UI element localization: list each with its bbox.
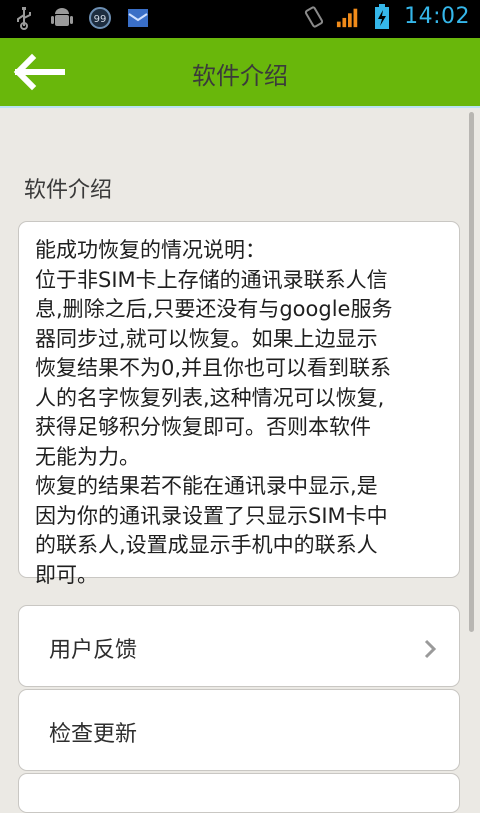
description-line: 息,删除之后,只要还没有与google服务 (35, 297, 393, 321)
notification-badge-count: 99 (94, 14, 107, 25)
mail-icon (126, 6, 150, 30)
notification-99-icon: 99 (88, 6, 112, 30)
section-title: 软件介绍 (24, 178, 113, 203)
android-debug-icon (50, 6, 74, 30)
description-line: 恢复的结果若不能在通讯录中显示,是 (35, 474, 378, 498)
description-line: 位于非SIM卡上存储的通讯录联系人信 (35, 267, 388, 292)
description-line: 获得足够积分恢复即可。否则本软件 (35, 415, 371, 439)
menu-item-partial[interactable] (18, 773, 460, 813)
description-line: 器同步过,就可以恢复。如果上边显示 (35, 326, 378, 351)
page-title: 软件介绍 (192, 62, 288, 90)
check-update-menu-item[interactable]: 检查更新 (18, 689, 460, 771)
feedback-label: 用户反馈 (49, 638, 138, 663)
chevron-right-icon (424, 639, 437, 659)
description-line: 恢复结果不为0,并且你也可以看到联系 (35, 356, 392, 380)
signal-icon (336, 5, 360, 29)
feedback-menu-item[interactable]: 用户反馈 (18, 605, 460, 687)
status-bar: 99 14:02 (0, 0, 480, 38)
battery-charging-icon (370, 3, 394, 29)
description-line: 即可。 (35, 562, 98, 587)
vibrate-icon (302, 5, 326, 29)
description-line: 能成功恢复的情况说明： (35, 238, 266, 262)
check-update-label: 检查更新 (49, 722, 138, 747)
usb-icon (12, 6, 36, 30)
app-header: 软件介绍 (0, 38, 480, 108)
description-line: 因为你的通讯录设置了只显示SIM卡中 (35, 503, 388, 528)
description-line: 的联系人,设置成显示手机中的联系人 (35, 533, 378, 557)
status-time: 14:02 (404, 4, 470, 29)
description-line: 无能为力。 (35, 444, 140, 469)
scrollbar[interactable] (469, 112, 474, 632)
description-card: 能成功恢复的情况说明： 位于非SIM卡上存储的通讯录联系人信 息,删除之后,只要… (18, 221, 460, 587)
description-line: 人的名字恢复列表,这种情况可以恢复, (35, 385, 385, 410)
